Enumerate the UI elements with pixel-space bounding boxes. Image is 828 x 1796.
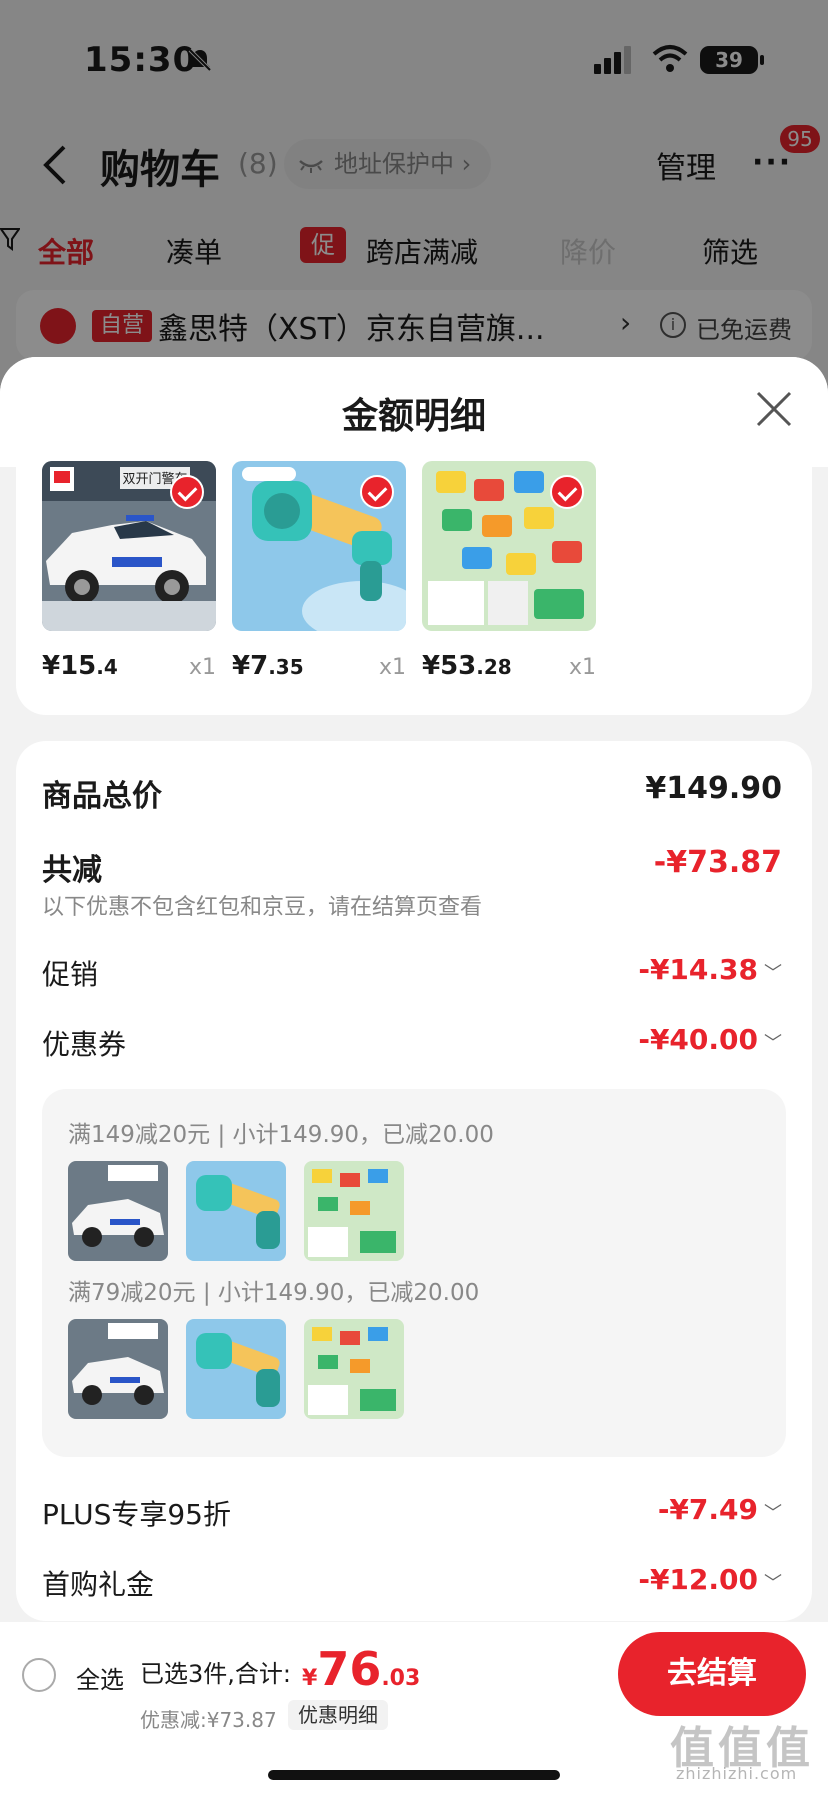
- plus-discount-row[interactable]: -¥7.49 ﹀: [658, 1493, 782, 1526]
- product-quantity: x1: [568, 655, 596, 680]
- product-checkbox[interactable]: [360, 475, 394, 509]
- total-reduction-value: -¥73.87: [653, 845, 782, 880]
- discount-summary: 优惠减:¥73.87: [140, 1708, 277, 1732]
- coupon-label: 优惠券: [42, 1028, 127, 1061]
- water-gun-image: [232, 461, 406, 631]
- total-price-label: 商品总价: [42, 779, 162, 814]
- amount-detail-sheet: 金额明细 双开门警车 ¥15.4 x1 ¥7.35 x1 ¥53.28 x1 商…: [0, 357, 828, 1796]
- police-truck-thumbnail: [68, 1161, 168, 1261]
- total-reduction-label: 共减: [42, 853, 102, 888]
- watermark-url: zhizhizhi.com: [676, 1764, 798, 1783]
- product-item[interactable]: ¥53.28 x1: [422, 461, 596, 681]
- selected-products-card: 双开门警车 ¥15.4 x1 ¥7.35 x1 ¥53.28 x1: [16, 457, 812, 715]
- plus-discount-label: PLUS专享95折: [42, 1498, 231, 1531]
- product-quantity: x1: [188, 655, 216, 680]
- product-item[interactable]: 双开门警车 ¥15.4 x1: [42, 461, 216, 681]
- total-amount: ¥76.03: [302, 1642, 421, 1696]
- product-checkbox[interactable]: [550, 475, 584, 509]
- close-icon[interactable]: [756, 391, 792, 427]
- checkout-button[interactable]: 去结算: [618, 1632, 806, 1716]
- select-all-checkbox[interactable]: [22, 1658, 56, 1692]
- product-price: ¥53.28: [422, 651, 512, 681]
- chevron-down-icon: ﹀: [764, 963, 782, 984]
- toy-cars-image: [422, 461, 596, 631]
- first-purchase-gift-row[interactable]: -¥12.00 ﹀: [638, 1563, 782, 1596]
- amount-breakdown-card: 商品总价 ¥149.90 共减 -¥73.87 以下优惠不包含红包和京豆，请在结…: [16, 741, 812, 1621]
- coupon-details: 满149减20元 | 小计149.90，已减20.00 满79减20元 | 小计…: [42, 1089, 786, 1457]
- police-truck-thumbnail: [68, 1319, 168, 1419]
- coupon-line: 满149减20元 | 小计149.90，已减20.00: [68, 1122, 494, 1148]
- sheet-title: 金额明细: [341, 396, 486, 437]
- first-purchase-gift-label: 首购礼金: [42, 1568, 155, 1601]
- promotion-row[interactable]: -¥14.38 ﹀: [638, 953, 782, 986]
- water-gun-thumbnail: [186, 1319, 286, 1419]
- chevron-down-icon: ﹀: [764, 1503, 782, 1524]
- coupon-line: 满79减20元 | 小计149.90，已减20.00: [68, 1280, 480, 1306]
- toy-cars-thumbnail: [304, 1161, 404, 1261]
- home-indicator[interactable]: [268, 1770, 560, 1780]
- product-item[interactable]: ¥7.35 x1: [232, 461, 406, 681]
- product-price: ¥15.4: [42, 651, 118, 681]
- product-quantity: x1: [378, 655, 406, 680]
- sheet-header: 金额明细: [0, 357, 828, 467]
- water-gun-thumbnail: [186, 1161, 286, 1261]
- toy-cars-thumbnail: [304, 1319, 404, 1419]
- coupon-row[interactable]: -¥40.00 ﹀: [638, 1023, 782, 1056]
- police-truck-image: 双开门警车: [42, 461, 216, 631]
- chevron-down-icon: ﹀: [764, 1573, 782, 1594]
- select-all-label[interactable]: 全选: [76, 1660, 124, 1695]
- selected-summary: 已选3件,合计:: [140, 1660, 291, 1688]
- product-checkbox[interactable]: [170, 475, 204, 509]
- discount-detail-button[interactable]: 优惠明细: [288, 1700, 388, 1730]
- product-price: ¥7.35: [232, 651, 304, 681]
- discount-hint: 以下优惠不包含红包和京豆，请在结算页查看: [42, 895, 483, 920]
- chevron-down-icon: ﹀: [764, 1033, 782, 1054]
- promotion-label: 促销: [42, 958, 99, 991]
- total-price-value: ¥149.90: [645, 771, 782, 806]
